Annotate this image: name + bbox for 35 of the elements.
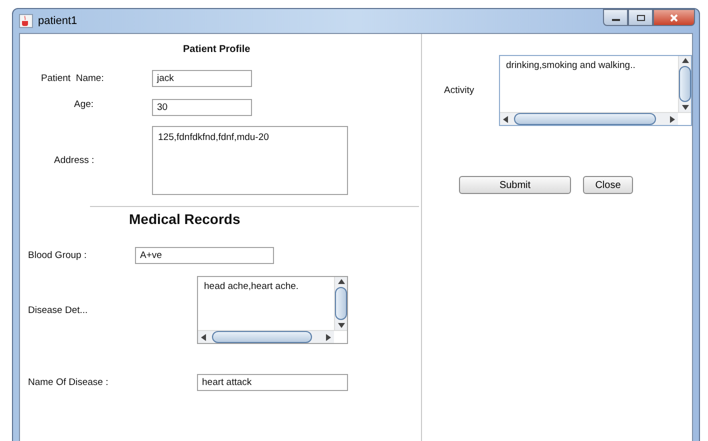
field-label: Age: [74,99,95,110]
section-title: Medical Records [129,211,242,227]
down-arrow-icon [682,105,688,110]
down-arrow-icon [338,323,344,328]
text-area[interactable]: 125,fdnfdkfnd,fdnf,mdu-20 [152,126,348,195]
field-label: Blood Group : [28,250,88,261]
maximize-icon [636,14,646,22]
submit-button[interactable]: Submit [459,176,571,194]
field-label: Disease Det... [28,304,89,316]
right-arrow-icon [670,116,675,122]
field-label: Address : [54,155,96,166]
horizontal-scrollbar[interactable] [500,113,678,125]
up-arrow-icon [682,58,688,63]
coffee-cup-icon [19,14,33,28]
field-label: Name Of Disease : [28,377,110,388]
horizontal-scrollbar[interactable] [198,331,334,343]
left-arrow-icon [201,334,206,340]
text-field[interactable]: A+ve [135,247,274,264]
left-arrow-icon [503,116,508,122]
text-field[interactable]: jack [152,70,252,87]
vertical-scrollbar[interactable] [678,56,691,112]
close-icon [669,14,679,22]
right-arrow-icon [326,334,331,340]
section-title: Patient Profile [183,44,252,55]
text-field[interactable]: 30 [152,99,252,116]
field-label: Patient Name: [41,73,105,84]
window-title: patient1 [38,15,78,27]
maximize-button[interactable] [628,9,653,26]
minimize-button[interactable] [603,9,628,26]
close-button[interactable] [653,9,695,26]
close-button[interactable]: Close [583,176,633,194]
vertical-scrollbar[interactable] [334,277,347,330]
text-field[interactable]: heart attack [197,374,348,391]
field-label: Activity [444,85,476,96]
up-arrow-icon [338,279,344,284]
